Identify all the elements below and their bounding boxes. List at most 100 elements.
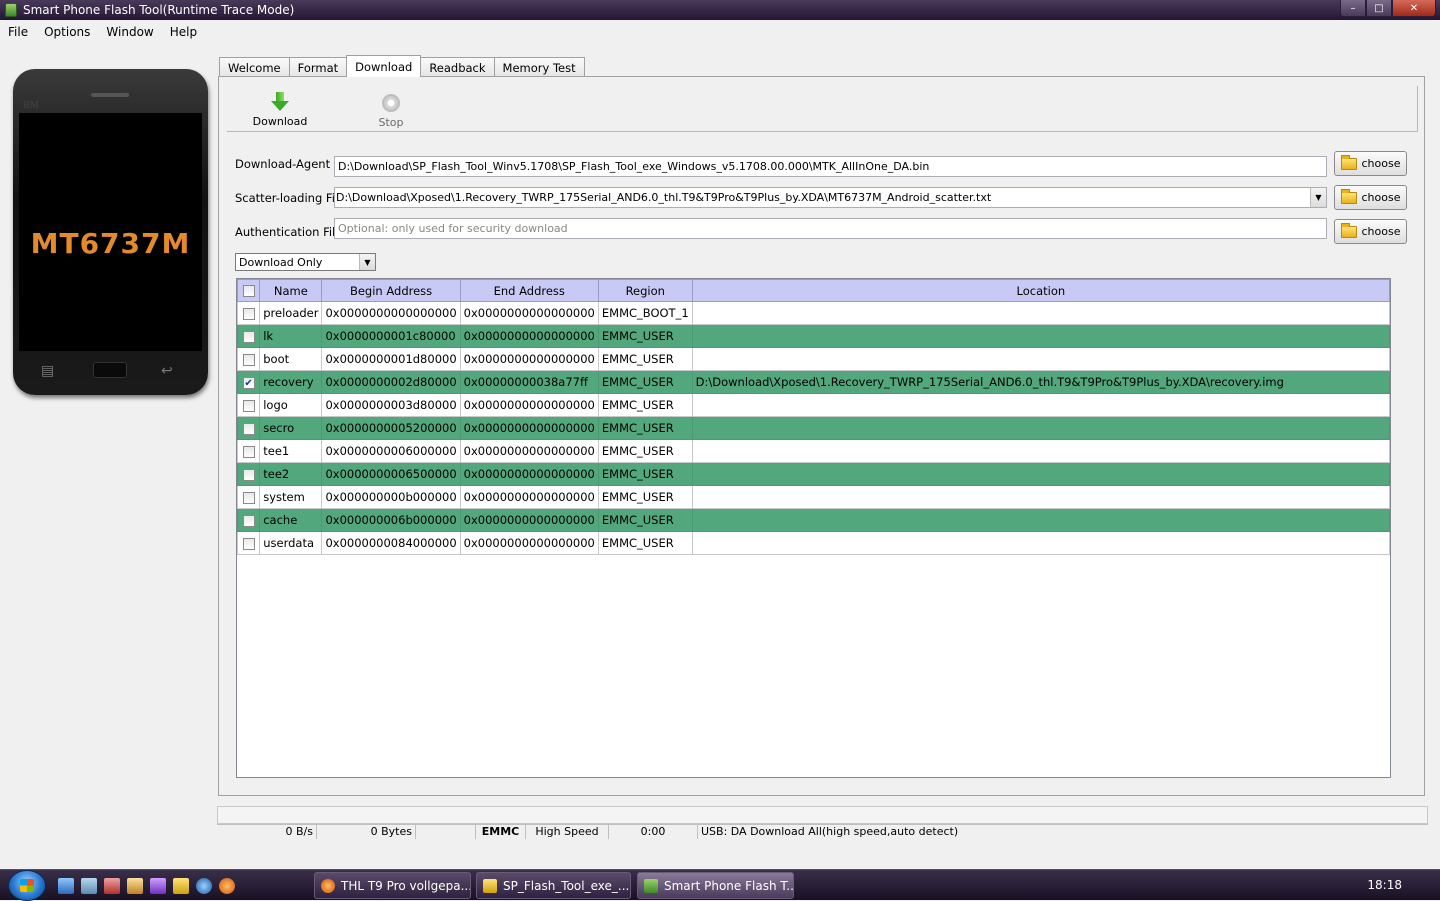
tab-readback[interactable]: Readback <box>420 57 495 78</box>
cell-region: EMMC_USER <box>597 508 693 532</box>
row-checkbox-cell[interactable] <box>236 324 261 348</box>
row-checkbox[interactable] <box>242 353 255 366</box>
table-row[interactable]: tee1 0x0000000006000000 0x0000000000000000… <box>236 439 1391 463</box>
quicklaunch-folder-icon[interactable] <box>173 878 189 894</box>
table-row[interactable]: cache 0x000000006b000000 0x000000000000000… <box>236 508 1391 532</box>
row-checkbox[interactable] <box>242 491 255 504</box>
table-row[interactable]: secro 0x0000000005200000 0x000000000000000… <box>236 416 1391 440</box>
row-checkbox-cell[interactable] <box>236 347 261 371</box>
status-mode: High Speed <box>526 824 609 839</box>
partition-table: Name Begin Address End Address Region Lo… <box>236 278 1391 778</box>
column-header-region[interactable]: Region <box>597 279 693 302</box>
quicklaunch-network-icon[interactable] <box>81 878 97 894</box>
column-header-end-address[interactable]: End Address <box>459 279 599 302</box>
taskbar-item-flash-tool[interactable]: Smart Phone Flash T... <box>637 872 794 899</box>
cell-region: EMMC_USER <box>597 370 693 394</box>
row-checkbox[interactable] <box>242 514 255 527</box>
row-checkbox-cell[interactable] <box>236 508 261 532</box>
table-row[interactable]: boot 0x0000000001d80000 0x0000000000000000… <box>236 347 1391 371</box>
download-mode-select[interactable]: Download Only ▼ <box>235 253 376 271</box>
menu-options[interactable]: Options <box>36 25 98 39</box>
cell-region: EMMC_USER <box>597 485 693 509</box>
quicklaunch-arrow-icon[interactable] <box>58 878 74 894</box>
tab-format[interactable]: Format <box>288 57 348 78</box>
column-header-name[interactable]: Name <box>259 279 323 302</box>
menu-help[interactable]: Help <box>162 25 205 39</box>
chevron-down-icon[interactable]: ▼ <box>1310 188 1326 207</box>
auth-file-field[interactable]: Optional: only used for security downloa… <box>334 218 1327 239</box>
quicklaunch-firefox-icon[interactable] <box>219 878 235 894</box>
status-bytes: 0 Bytes <box>317 824 416 839</box>
title-bar[interactable]: Smart Phone Flash Tool(Runtime Trace Mod… <box>0 0 1440 20</box>
quicklaunch-document-icon[interactable] <box>127 878 143 894</box>
maximize-button[interactable]: □ <box>1366 0 1392 17</box>
row-checkbox[interactable] <box>242 537 255 550</box>
table-row[interactable]: system 0x000000000b000000 0x00000000000000… <box>236 485 1391 509</box>
row-checkbox-cell[interactable] <box>236 301 261 325</box>
quicklaunch-app-icon[interactable] <box>104 878 120 894</box>
table-row[interactable]: lk 0x0000000001c80000 0x0000000000000000 EM… <box>236 324 1391 348</box>
row-checkbox[interactable] <box>242 468 255 481</box>
app-icon <box>5 3 17 17</box>
tab-welcome[interactable]: Welcome <box>219 57 290 78</box>
row-checkbox-cell[interactable] <box>236 462 261 486</box>
taskbar-item-label: Smart Phone Flash T... <box>664 878 794 893</box>
close-button[interactable]: ✕ <box>1392 0 1436 17</box>
download-agent-field[interactable]: D:\Download\SP_Flash_Tool_Winv5.1708\SP_… <box>334 156 1327 177</box>
row-checkbox-cell[interactable] <box>236 393 261 417</box>
scatter-file-combobox[interactable]: D:\Download\Xposed\1.Recovery_TWRP_175Se… <box>334 187 1327 208</box>
row-checkbox[interactable] <box>242 399 255 412</box>
choose-download-agent-button[interactable]: choose <box>1334 151 1407 176</box>
choose-scatter-button[interactable]: choose <box>1334 185 1407 210</box>
menu-file[interactable]: File <box>0 25 36 39</box>
row-checkbox[interactable] <box>242 422 255 435</box>
cell-partition-name: system <box>259 485 323 509</box>
cell-location <box>691 531 1391 555</box>
start-button[interactable] <box>8 870 46 901</box>
download-mode-value: Download Only <box>239 256 323 269</box>
row-checkbox[interactable] <box>242 445 255 458</box>
table-row[interactable]: tee2 0x0000000006500000 0x0000000000000000… <box>236 462 1391 486</box>
cell-partition-name: lk <box>259 324 323 348</box>
chevron-down-icon[interactable]: ▼ <box>359 254 375 270</box>
cell-partition-name: boot <box>259 347 323 371</box>
cell-begin-address: 0x0000000084000000 <box>321 531 461 555</box>
minimize-button[interactable]: – <box>1340 0 1366 17</box>
quicklaunch-editor-icon[interactable] <box>150 878 166 894</box>
cell-end-address: 0x0000000000000000 <box>459 324 599 348</box>
table-row[interactable]: ✔ recovery 0x0000000002d80000 0x00000000038… <box>236 370 1391 394</box>
table-row[interactable]: logo 0x0000000003d80000 0x0000000000000000… <box>236 393 1391 417</box>
row-checkbox[interactable] <box>242 330 255 343</box>
cell-location <box>691 439 1391 463</box>
row-checkbox-cell[interactable] <box>236 416 261 440</box>
download-button[interactable]: Download <box>245 92 315 128</box>
back-key-icon: ↩ <box>161 363 173 379</box>
select-all-checkbox-cell[interactable] <box>236 279 261 302</box>
scatter-file-value: D:\Download\Xposed\1.Recovery_TWRP_175Se… <box>336 191 992 204</box>
row-checkbox-cell[interactable] <box>236 531 261 555</box>
table-row[interactable]: userdata 0x0000000084000000 0x000000000000… <box>236 531 1391 555</box>
stop-button[interactable]: Stop <box>356 92 426 129</box>
table-row[interactable]: preloader 0x0000000000000000 0x00000000000… <box>236 301 1391 325</box>
row-checkbox-cell[interactable] <box>236 485 261 509</box>
quicklaunch-browser-icon[interactable] <box>196 878 212 894</box>
taskbar-item-firefox[interactable]: THL T9 Pro vollgepa... <box>314 872 471 899</box>
column-header-begin-address[interactable]: Begin Address <box>321 279 461 302</box>
taskbar-item-label: THL T9 Pro vollgepa... <box>341 878 471 893</box>
tab-memory-test[interactable]: Memory Test <box>493 57 585 78</box>
taskbar-item-explorer[interactable]: SP_Flash_Tool_exe_... <box>476 872 631 899</box>
row-checkbox-cell[interactable]: ✔ <box>236 370 261 394</box>
menu-window[interactable]: Window <box>98 25 161 39</box>
tab-download[interactable]: Download <box>346 55 422 77</box>
cell-partition-name: cache <box>259 508 323 532</box>
folder-icon <box>1340 222 1357 238</box>
cell-partition-name: logo <box>259 393 323 417</box>
row-checkbox-cell[interactable] <box>236 439 261 463</box>
cell-begin-address: 0x000000000b000000 <box>321 485 461 509</box>
column-header-location[interactable]: Location <box>691 279 1391 302</box>
row-checkbox[interactable]: ✔ <box>242 376 255 389</box>
select-all-checkbox[interactable] <box>242 285 255 297</box>
row-checkbox[interactable] <box>242 307 255 320</box>
choose-auth-button[interactable]: choose <box>1334 219 1407 244</box>
clock[interactable]: 18:18 <box>1367 878 1402 892</box>
